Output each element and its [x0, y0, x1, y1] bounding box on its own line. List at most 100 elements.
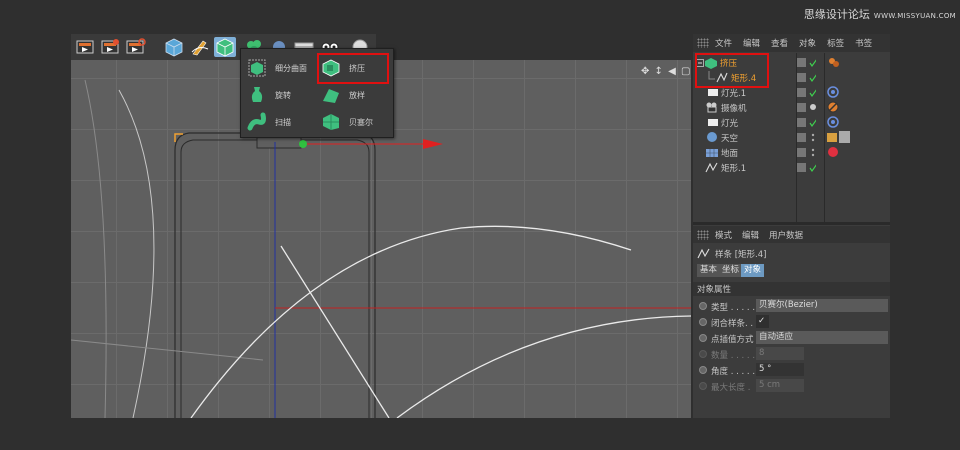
render-settings-icon[interactable] — [99, 37, 121, 57]
menu-user-data[interactable]: 用户数据 — [769, 229, 803, 241]
object-row-camera[interactable]: 摄像机 — [693, 100, 890, 115]
object-row-floor[interactable]: 地面 — [693, 145, 890, 160]
prop-label: 最大长度 . — [711, 383, 751, 393]
close-spline-checkbox[interactable]: ✓ — [756, 315, 769, 328]
prop-angle: 角度 . . . . . 5 ° — [693, 363, 890, 377]
menu-mode[interactable]: 模式 — [715, 229, 732, 241]
material-tag-icon[interactable] — [827, 146, 839, 158]
extrude-highlight-box — [317, 53, 389, 84]
protection-tag-icon[interactable] — [827, 101, 839, 113]
object-row-rect1[interactable]: 矩形.1 — [693, 160, 890, 175]
subdivision-active-icon[interactable] — [214, 37, 236, 57]
menu-bookmarks[interactable]: 书签 — [855, 37, 872, 49]
loft-icon — [321, 85, 341, 105]
watermark-url: WWW.MISSYUAN.COM — [873, 12, 956, 20]
object-name: 天空 — [721, 134, 739, 144]
menu-file[interactable]: 文件 — [715, 37, 732, 49]
menu-item-label: 贝塞尔 — [349, 117, 373, 127]
phong-tag-icon[interactable] — [827, 56, 841, 68]
spline-curve-2[interactable] — [396, 315, 691, 418]
attributes-header: 样条 [矩形.4] — [715, 250, 767, 260]
visibility-checks[interactable] — [796, 117, 816, 128]
object-manager-menubar: 文件 编辑 查看 对象 标签 书签 — [693, 34, 890, 52]
object-name: 地面 — [721, 149, 739, 159]
menu-edit[interactable]: 编辑 — [743, 37, 760, 49]
object-name: 摄像机 — [721, 104, 747, 114]
object-selection-highlight-box — [695, 53, 769, 88]
prop-close-spline: 闭合样条. . . ✓ — [693, 315, 890, 329]
menu-item-subdivision[interactable]: 细分曲面 — [247, 56, 307, 80]
menu-item-label: 放样 — [349, 90, 365, 100]
move-y-handle[interactable] — [299, 140, 307, 148]
watermark-text: 思缘设计论坛 — [803, 8, 870, 21]
move-x-arrow[interactable] — [423, 139, 443, 149]
watermark: 思缘设计论坛 WWW.MISSYUAN.COM — [804, 6, 956, 22]
object-name: 矩形.1 — [721, 164, 747, 174]
animate-dot[interactable] — [699, 366, 707, 374]
area-light-icon — [708, 119, 718, 126]
object-name: 灯光 — [721, 119, 739, 129]
animate-dot[interactable] — [699, 302, 707, 310]
menu-item-lathe[interactable]: 旋转 — [247, 83, 291, 107]
visibility-checks[interactable] — [796, 72, 816, 83]
sky-icon — [707, 132, 717, 142]
object-name: 灯光.1 — [721, 89, 747, 99]
spline-line[interactable] — [280, 245, 390, 418]
menu-view[interactable]: 查看 — [771, 37, 788, 49]
visibility-checks[interactable] — [796, 147, 816, 158]
generator-popup-menu: 细分曲面 挤压 旋转 放样 扫描 贝塞尔 — [240, 48, 394, 138]
texture-tag-icons[interactable] — [826, 130, 852, 144]
subdivision-surface-icon — [247, 58, 267, 78]
visibility-checks[interactable] — [796, 87, 816, 98]
render-icon[interactable] — [124, 37, 146, 57]
render-view-icon[interactable] — [74, 37, 96, 57]
sweep-icon — [247, 112, 267, 132]
menu-item-label: 旋转 — [275, 90, 291, 100]
spline-header-icon — [697, 248, 710, 259]
animate-dot — [699, 350, 707, 358]
prop-label: 类型 . . . . . — [711, 303, 756, 313]
pen-spline-icon[interactable] — [189, 37, 211, 57]
animate-dot — [699, 382, 707, 390]
menu-item-loft[interactable]: 放样 — [321, 83, 365, 107]
max-length-field: 5 cm — [756, 379, 804, 392]
menu-item-label: 扫描 — [275, 117, 291, 127]
object-row-light1[interactable]: 灯光.1 — [693, 85, 890, 100]
menu-object[interactable]: 对象 — [799, 37, 816, 49]
menu-tags[interactable]: 标签 — [827, 37, 844, 49]
target-tag-icon[interactable] — [827, 116, 839, 128]
spline-curve-1[interactable] — [190, 225, 632, 418]
tab-basic[interactable]: 基本 — [697, 264, 721, 277]
tab-object[interactable]: 对象 — [741, 264, 765, 277]
visibility-checks[interactable] — [796, 132, 816, 143]
right-panel: 文件 编辑 查看 对象 标签 书签 挤压 矩形.4 灯光.1 摄像机 灯光 天空… — [693, 34, 890, 418]
panel-grip-icon[interactable] — [697, 229, 709, 240]
tab-coord[interactable]: 坐标 — [719, 264, 743, 277]
prop-label: 闭合样条. . . — [711, 319, 759, 329]
prop-label: 数量 . . . . . — [711, 351, 756, 361]
menu-item-bezier[interactable]: 贝塞尔 — [321, 110, 373, 134]
menu-item-sweep[interactable]: 扫描 — [247, 110, 291, 134]
interpolation-dropdown[interactable]: 自动适应 — [756, 331, 888, 344]
visibility-checks[interactable] — [796, 102, 816, 113]
animate-dot[interactable] — [699, 318, 707, 326]
section-header: 对象属性 — [693, 282, 890, 296]
angle-field[interactable]: 5 ° — [756, 363, 804, 376]
object-row-sky[interactable]: 天空 — [693, 130, 890, 145]
lathe-icon — [247, 85, 267, 105]
target-tag-icon[interactable] — [827, 86, 839, 98]
bezier-icon — [321, 112, 341, 132]
cube-icon[interactable] — [163, 37, 185, 57]
visibility-checks[interactable] — [796, 162, 816, 173]
visibility-checks[interactable] — [796, 57, 816, 68]
floor-icon — [706, 149, 718, 157]
attributes-menubar: 模式 编辑 用户数据 — [693, 226, 890, 243]
menu-edit[interactable]: 编辑 — [742, 229, 759, 241]
panel-grip-icon[interactable] — [697, 38, 709, 48]
camera-object-icon — [706, 102, 717, 113]
type-dropdown[interactable]: 贝赛尔(Bezier) — [756, 299, 888, 312]
spline-icon — [705, 162, 718, 173]
viewport-nav-icons[interactable]: ✥ ↕ ◀ ▢ — [641, 66, 691, 77]
animate-dot[interactable] — [699, 334, 707, 342]
object-row-light[interactable]: 灯光 — [693, 115, 890, 130]
